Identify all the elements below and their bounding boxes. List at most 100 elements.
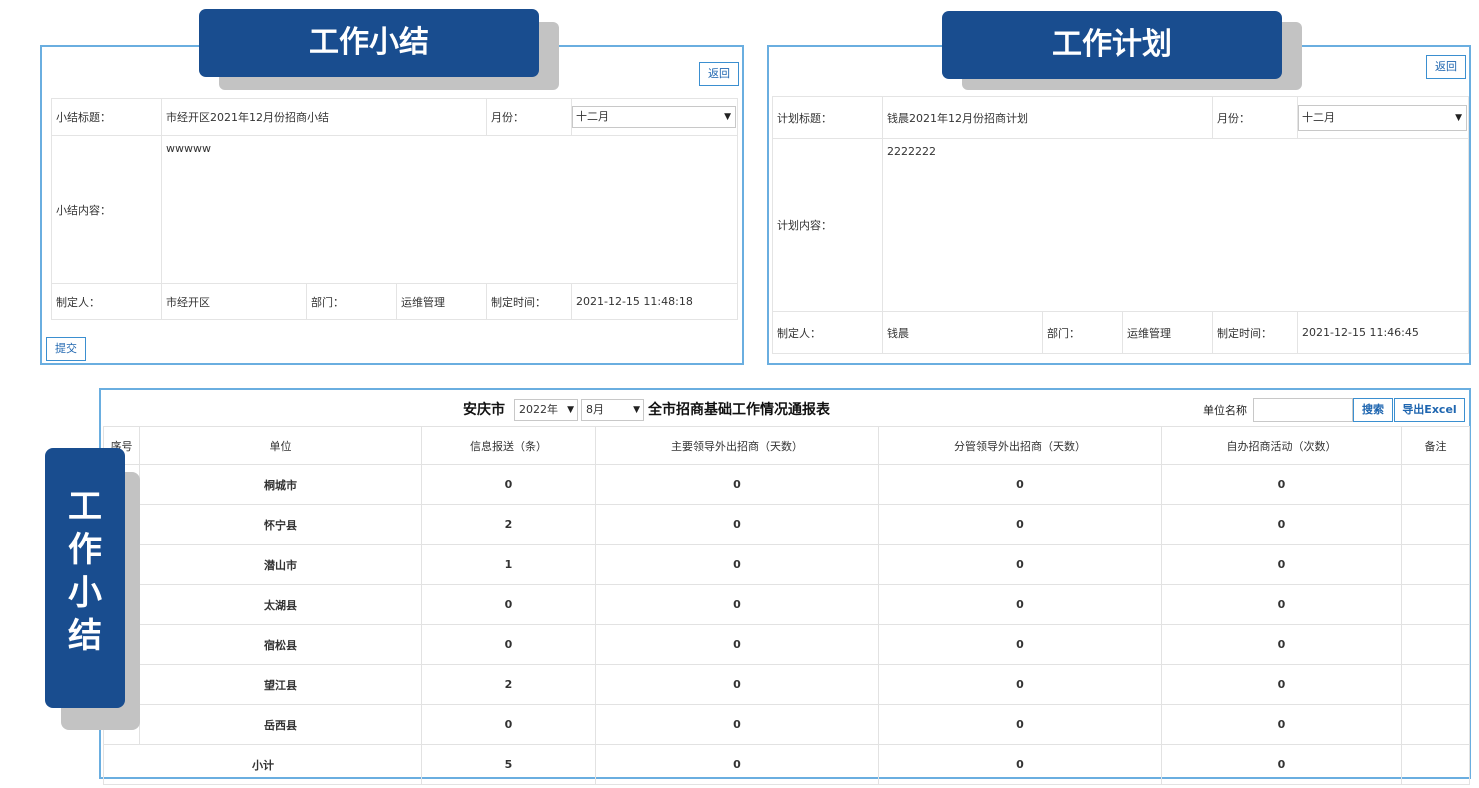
summary-back-button[interactable]: 返回: [699, 62, 739, 86]
summary-badge: 工作小结: [199, 9, 539, 77]
row-info: 1: [421, 544, 596, 585]
search-button[interactable]: 搜索: [1353, 398, 1393, 422]
plan-dept-label: 部门：: [1042, 311, 1123, 354]
summary-submit-button[interactable]: 提交: [46, 337, 86, 361]
row-info: 2: [421, 504, 596, 545]
report-city: 安庆市: [463, 402, 505, 418]
chevron-down-icon: ▼: [724, 112, 731, 122]
summary-panel: 返回 小结标题： 市经开区2021年12月份招商小结 月份： 十二月 ▼ 小结内…: [40, 45, 744, 365]
row-unit: 桐城市: [139, 464, 422, 505]
table-header-row: 序号 单位 信息报送（条） 主要领导外出招商（天数） 分管领导外出招商（天数） …: [103, 426, 1470, 465]
row-main-leader: 0: [595, 664, 879, 705]
column-header-unit: 单位: [139, 426, 422, 465]
report-toolbar: 安庆市 2022年 ▼ 8月 ▼ 全市招商基础工作情况通报表 单位名称 搜索 导…: [101, 390, 1469, 426]
row-info: 0: [421, 584, 596, 625]
subtotal-label: 小计: [103, 744, 422, 785]
column-header-events: 自办招商活动（次数）: [1161, 426, 1402, 465]
table-row: 桐城市 0 0 0 0: [103, 464, 1470, 505]
row-info: 0: [421, 464, 596, 505]
row-deputy-leader: 0: [878, 464, 1162, 505]
summary-maker-label: 制定人：: [51, 283, 162, 320]
row-deputy-leader: 0: [878, 504, 1162, 545]
plan-month-label: 月份：: [1212, 96, 1299, 139]
summary-form: 小结标题： 市经开区2021年12月份招商小结 月份： 十二月 ▼ 小结内容： …: [51, 98, 738, 320]
plan-content-label: 计划内容：: [772, 138, 883, 312]
row-main-leader: 0: [595, 624, 879, 665]
table-row: 宿松县 0 0 0 0: [103, 624, 1470, 665]
plan-maker-label: 制定人：: [772, 311, 883, 354]
row-unit: 潜山市: [139, 544, 422, 585]
summary-dept-label: 部门：: [306, 283, 397, 320]
row-main-leader: 0: [595, 464, 879, 505]
row-unit: 望江县: [139, 664, 422, 705]
chevron-down-icon: ▼: [1455, 112, 1463, 123]
row-note: [1401, 464, 1470, 505]
summary-title-label: 小结标题：: [51, 98, 162, 136]
plan-maker-value: 钱晨: [882, 311, 1043, 354]
row-deputy-leader: 0: [878, 664, 1162, 705]
month-value: 8月: [586, 403, 604, 416]
plan-dept-value: 运维管理: [1121, 311, 1214, 354]
row-main-leader: 0: [595, 584, 879, 625]
year-value: 2022年: [519, 403, 558, 416]
row-info: 0: [421, 704, 596, 745]
summary-time-label: 制定时间：: [486, 283, 572, 320]
table-row: 潜山市 1 0 0 0: [103, 544, 1470, 585]
plan-time-label: 制定时间：: [1212, 311, 1299, 354]
row-events: 0: [1161, 544, 1402, 585]
plan-form: 计划标题： 钱晨2021年12月份招商计划 月份： 十二月 ▼ 计划内容： 22…: [772, 96, 1470, 354]
row-events: 0: [1161, 624, 1402, 665]
plan-month-value: 十二月: [1302, 110, 1336, 124]
row-deputy-leader: 0: [878, 544, 1162, 585]
plan-month-select[interactable]: 十二月 ▼: [1298, 104, 1468, 131]
row-main-leader: 0: [595, 504, 879, 545]
subtotal-row: 小计 5 0 0 0: [103, 744, 1470, 785]
subtotal-note: [1401, 744, 1470, 785]
summary-maker-value: 市经开区: [161, 283, 307, 320]
year-select[interactable]: 2022年 ▼: [514, 399, 578, 421]
row-main-leader: 0: [595, 704, 879, 745]
plan-time-value: 2021-12-15 11:46:45: [1297, 311, 1470, 354]
subtotal-main-leader: 0: [595, 744, 879, 785]
unit-name-input[interactable]: [1253, 398, 1353, 422]
column-header-main-leader: 主要领导外出招商（天数）: [595, 426, 879, 465]
row-note: [1401, 504, 1470, 545]
report-panel: 安庆市 2022年 ▼ 8月 ▼ 全市招商基础工作情况通报表 单位名称 搜索 导…: [99, 388, 1471, 785]
export-excel-button[interactable]: 导出Excel: [1394, 398, 1465, 422]
row-info: 0: [421, 624, 596, 665]
summary-month-label: 月份：: [486, 98, 572, 136]
row-events: 0: [1161, 704, 1402, 745]
side-badge-char: 工: [68, 487, 102, 527]
month-select[interactable]: 8月 ▼: [581, 399, 644, 421]
summary-content-label: 小结内容：: [51, 135, 162, 284]
plan-title-value: 钱晨2021年12月份招商计划: [881, 96, 1214, 139]
row-note: [1401, 544, 1470, 585]
plan-back-button[interactable]: 返回: [1426, 55, 1466, 79]
side-badge-char: 小: [68, 573, 102, 613]
side-badge-char: 结: [68, 616, 102, 656]
row-deputy-leader: 0: [878, 704, 1162, 745]
row-unit: 怀宁县: [139, 504, 422, 545]
summary-content-textarea[interactable]: wwwww: [161, 135, 738, 284]
column-header-note: 备注: [1401, 426, 1470, 465]
row-unit: 岳西县: [139, 704, 422, 745]
row-main-leader: 0: [595, 544, 879, 585]
row-note: [1401, 624, 1470, 665]
subtotal-deputy-leader: 0: [878, 744, 1162, 785]
report-title: 全市招商基础工作情况通报表: [648, 402, 830, 418]
plan-badge: 工作计划: [942, 11, 1282, 79]
summary-month-value: 十二月: [576, 110, 609, 123]
plan-content-textarea[interactable]: 2222222: [881, 138, 1470, 312]
column-header-deputy-leader: 分管领导外出招商（天数）: [878, 426, 1162, 465]
row-events: 0: [1161, 464, 1402, 505]
row-deputy-leader: 0: [878, 624, 1162, 665]
row-events: 0: [1161, 504, 1402, 545]
side-badge-char: 作: [68, 530, 102, 570]
row-unit: 太湖县: [139, 584, 422, 625]
chevron-down-icon: ▼: [567, 405, 574, 415]
subtotal-info: 5: [421, 744, 596, 785]
row-events: 0: [1161, 664, 1402, 705]
row-note: [1401, 584, 1470, 625]
row-deputy-leader: 0: [878, 584, 1162, 625]
summary-month-select[interactable]: 十二月 ▼: [572, 106, 736, 128]
